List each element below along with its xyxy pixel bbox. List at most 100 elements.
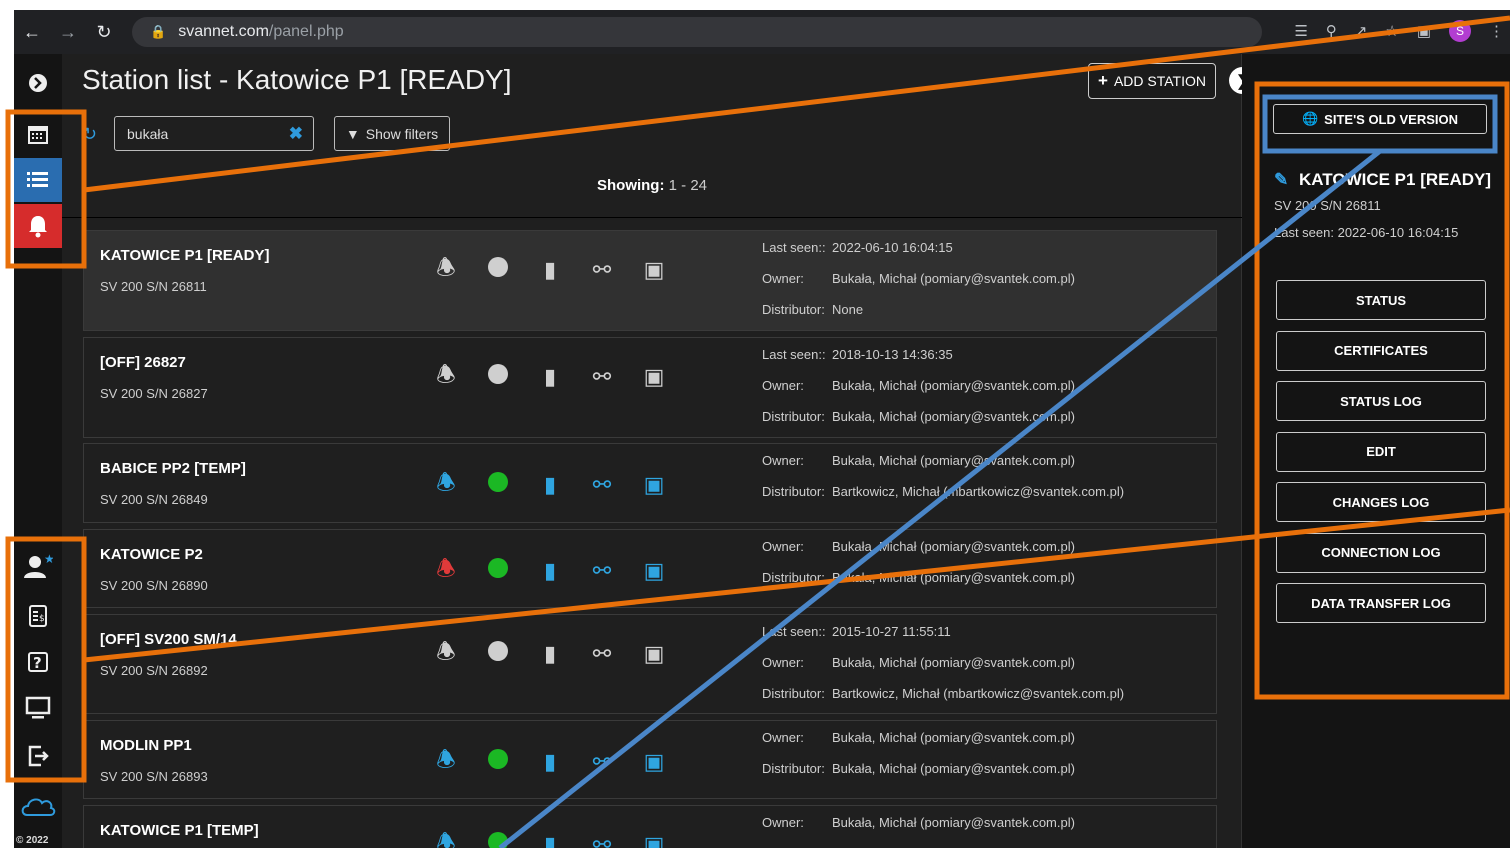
info-key: Owner: [762, 539, 804, 554]
station-sn: SV 200 S/N 26827 [100, 386, 208, 401]
reload-icon[interactable]: ↻ [86, 22, 122, 43]
station-row[interactable]: BABICE PP2 [TEMP] SV 200 S/N 26849 🕭 ▮ ⚯ ▣ Own… [83, 443, 1217, 523]
station-name: KATOWICE P2 [100, 546, 203, 563]
info-line: Owner: Bukała, Michał (pomiary@svantek.co… [762, 722, 1075, 753]
station-sn: SV 200 S/N 26811 [100, 279, 207, 294]
zoom-icon[interactable]: ⚲ [1326, 22, 1337, 40]
info-line: Last seen:: 2022-06-10 16:04:15 [762, 232, 1075, 263]
bookmark-star-icon[interactable]: ☆ [1385, 22, 1398, 40]
info-value: Bartkowicz, Michał (mbartkowicz@svantek.… [832, 686, 1125, 701]
panel-action-button[interactable]: CONNECTION LOG [1276, 532, 1486, 573]
page-title: Station list - Katowice P1 [READY] [82, 64, 512, 95]
info-value: Bukała, Michał (pomiary@svantek.com.pl) [832, 271, 1075, 286]
back-icon[interactable]: ← [14, 22, 50, 43]
info-value: None [832, 302, 864, 317]
station-sn: SV 200 S/N 26893 [100, 769, 208, 784]
calendar-icon[interactable] [14, 112, 62, 156]
battery-icon: ▮ [543, 749, 557, 774]
help-icon[interactable]: ? [14, 640, 62, 684]
user-profile-icon[interactable]: ★ [14, 544, 62, 588]
address-bar[interactable]: 🔒 svannet.com /panel.php [132, 17, 1262, 47]
info-line: Owner: Bukała, Michał (pomiary@svantek.co… [762, 263, 1075, 294]
panel-action-button[interactable]: CERTIFICATES [1276, 330, 1486, 371]
station-row[interactable]: KATOWICE P2 SV 200 S/N 26890 🕭 ▮ ⚯ ▣ Owner: Buk… [83, 529, 1217, 608]
station-status-icons: 🕭 ▮ ⚯ ▣ [420, 466, 680, 504]
info-line: Distributor: None [762, 294, 1075, 325]
info-value: 2018-10-13 14:36:35 [832, 347, 953, 362]
panel-action-button[interactable]: EDIT [1276, 431, 1486, 472]
station-row[interactable]: KATOWICE P1 [TEMP] 🕭 ▮ ⚯ ▣ Owner: Bukała, Mich… [83, 805, 1217, 848]
battery-icon: ▮ [543, 472, 557, 497]
panel-last-seen: Last seen: 2022-06-10 16:04:15 [1274, 225, 1459, 240]
info-line: Owner: Bukała, Michał (pomiary@svantek.co… [762, 370, 1075, 401]
station-row[interactable]: MODLIN PP1 SV 200 S/N 26893 🕭 ▮ ⚯ ▣ Owner: Buka… [83, 720, 1217, 799]
expand-sidebar-icon[interactable] [14, 61, 62, 105]
station-list-icon[interactable] [14, 158, 62, 202]
showing-range: 1 - 24 [668, 177, 708, 194]
clear-search-icon[interactable]: ✖ [289, 124, 303, 144]
status-dot-icon [472, 749, 524, 775]
panel-station-name-text: KATOWICE P1 [READY] [1298, 170, 1492, 189]
battery-icon: ▮ [543, 558, 557, 583]
app-window: ★ $ ? © 2022 Station list - Katowice P1 … [14, 54, 1510, 848]
station-name: [OFF] 26827 [100, 354, 186, 371]
panel-action-button[interactable]: STATUS [1276, 280, 1486, 320]
invoice-icon[interactable]: $ [14, 594, 62, 638]
search-input[interactable]: bukała ✖ [114, 116, 314, 151]
station-name: MODLIN PP1 [100, 737, 192, 754]
station-name: KATOWICE P1 [READY] [100, 247, 270, 264]
panel-action-button[interactable]: CHANGES LOG [1276, 482, 1486, 522]
showing-count: Showing: 1 - 24 [62, 177, 1242, 194]
add-station-button[interactable]: + ADD STATION [1088, 63, 1216, 99]
info-value: Bukała, Michał (pomiary@svantek.com.pl) [832, 655, 1075, 670]
info-key: Distributor: [762, 761, 825, 776]
old-version-button[interactable]: 🌐 SITE'S OLD VERSION [1273, 104, 1487, 134]
info-value: Bukała, Michał (pomiary@svantek.com.pl) [832, 730, 1075, 745]
station-row[interactable]: [OFF] SV200 SM/14 SV 200 S/N 26892 🕭 ▮ ⚯ ▣ Las… [83, 614, 1217, 714]
info-key: Distributor: [762, 686, 825, 701]
alerts-bell-icon[interactable] [14, 204, 62, 248]
share-icon[interactable]: ↗ [1355, 22, 1368, 40]
logout-icon[interactable] [14, 734, 62, 778]
sd-card-icon: ▣ [643, 364, 665, 389]
station-row[interactable]: KATOWICE P1 [READY] SV 200 S/N 26811 🕭 ▮ ⚯ ▣ L… [83, 230, 1217, 331]
station-info: Owner: Bukała, Michał (pomiary@svantek.co… [762, 531, 1075, 593]
info-line: Distributor: Bukała, Michał (pomiary@svan… [762, 562, 1075, 593]
translate-icon[interactable]: ☰ [1294, 22, 1307, 40]
station-sn: SV 200 S/N 26890 [100, 578, 208, 593]
battery-icon: ▮ [543, 832, 557, 848]
refresh-icon[interactable]: ↻ [82, 124, 97, 145]
power-plug-icon: ⚯ [592, 558, 612, 583]
station-info: Last seen:: 2018-10-13 14:36:35 Owner: Buka… [762, 339, 1075, 432]
showing-label: Showing: [596, 177, 665, 194]
panel-action-button[interactable]: DATA TRANSFER LOG [1276, 583, 1486, 623]
monitor-icon[interactable] [14, 686, 62, 730]
globe-icon: 🌐 [1301, 111, 1319, 126]
sd-card-icon: ▣ [643, 558, 665, 583]
show-filters-button[interactable]: ▼ Show filters [334, 116, 450, 151]
panel-action-button[interactable]: STATUS LOG [1276, 381, 1486, 421]
info-line: Last seen:: 2015-10-27 11:55:11 [762, 616, 1124, 647]
add-station-label: ADD STATION [1113, 73, 1206, 89]
info-line: Last seen:: 2018-10-13 14:36:35 [762, 339, 1075, 370]
svg-text:★: ★ [44, 553, 53, 566]
power-plug-icon: ⚯ [592, 832, 612, 848]
side-panel-icon[interactable]: ▣ [1417, 22, 1431, 40]
info-key: Owner: [762, 655, 804, 670]
edit-pencil-icon[interactable]: ✎ [1274, 170, 1288, 189]
status-dot-icon [472, 257, 524, 283]
info-key: Owner: [762, 378, 804, 393]
station-info: Owner: Bukała, Michał (pomiary@svantek.co… [762, 722, 1075, 784]
power-plug-icon: ⚯ [592, 364, 612, 389]
info-value: Bukała, Michał (pomiary@svantek.com.pl) [832, 761, 1075, 776]
power-plug-icon: ⚯ [592, 257, 612, 282]
forward-icon[interactable]: → [50, 22, 86, 43]
profile-avatar[interactable]: S [1449, 20, 1471, 42]
station-name: BABICE PP2 [TEMP] [100, 460, 246, 477]
power-plug-icon: ⚯ [592, 641, 612, 666]
station-status-icons: 🕭 ▮ ⚯ ▣ [420, 743, 680, 781]
station-row[interactable]: [OFF] 26827 SV 200 S/N 26827 🕭 ▮ ⚯ ▣ Last seen… [83, 337, 1217, 438]
menu-icon[interactable]: ⋮ [1489, 22, 1504, 40]
cloud-logo-icon [14, 784, 62, 828]
show-filters-label: Show filters [365, 125, 439, 142]
